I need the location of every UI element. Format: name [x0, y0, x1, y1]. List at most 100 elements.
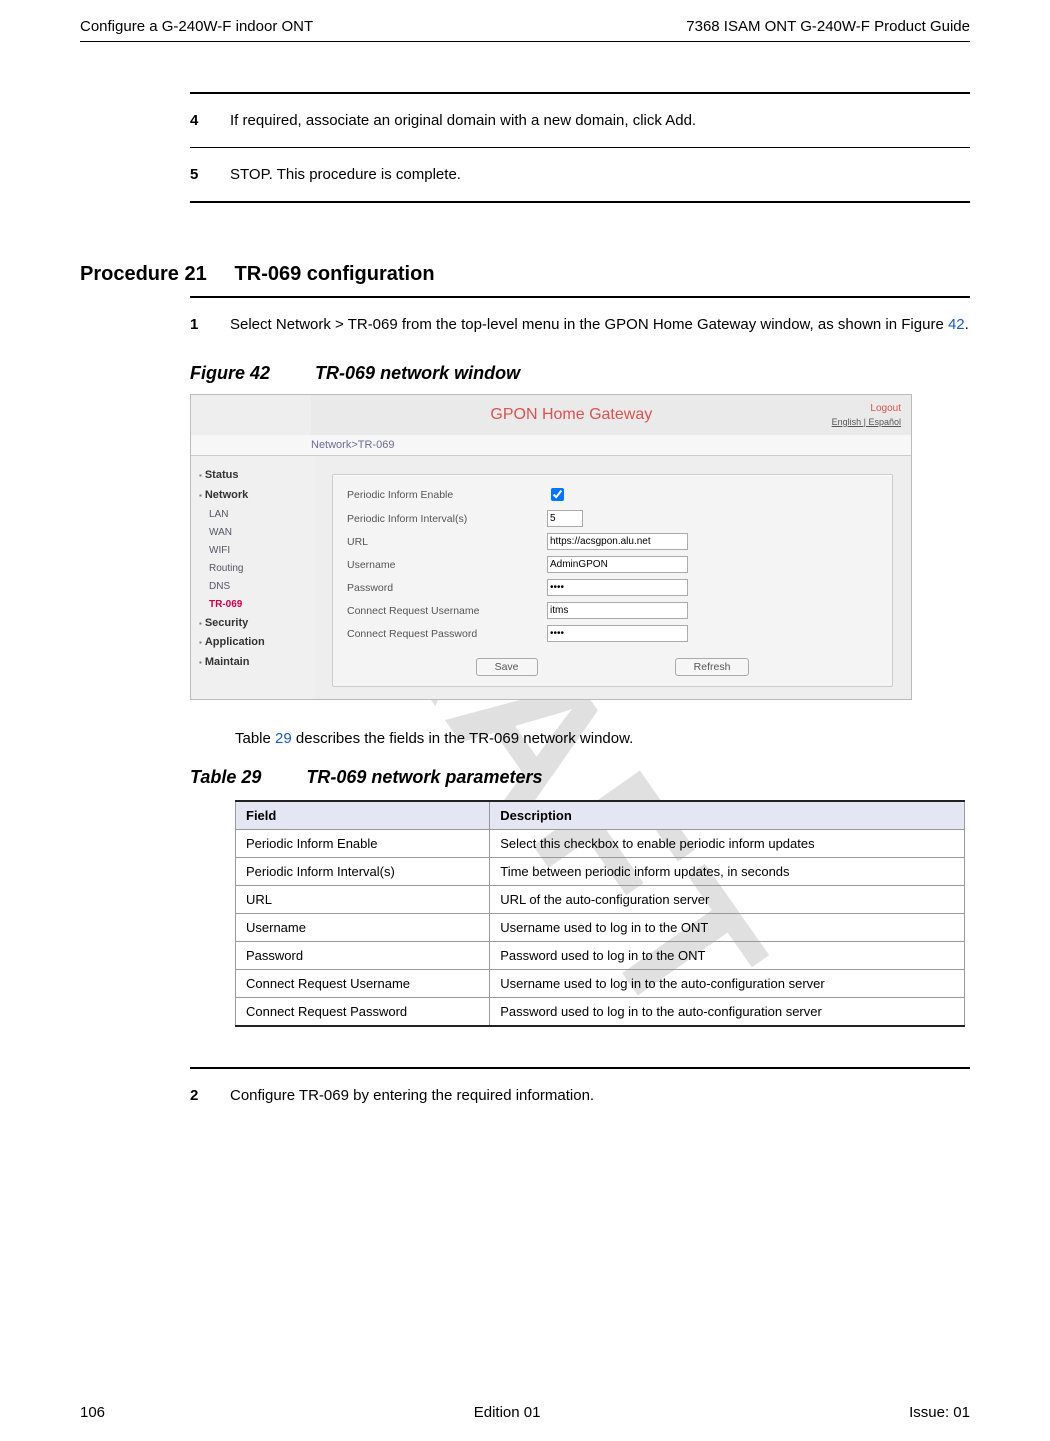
- table-caption: TR-069 network parameters: [306, 767, 542, 787]
- breadcrumb: Network>TR-069: [191, 435, 911, 456]
- sidebar-item-status[interactable]: Status: [199, 466, 314, 486]
- sidebar-item-application[interactable]: Application: [199, 633, 314, 653]
- step-number: 4: [190, 112, 230, 129]
- step-5: 5 STOP. This procedure is complete.: [190, 156, 970, 193]
- sidebar-item-network[interactable]: Network: [199, 486, 314, 506]
- logout-link[interactable]: Logout: [870, 403, 901, 414]
- table-row: URLURL of the auto-configuration server: [236, 886, 965, 914]
- ss-title: GPON Home Gateway: [311, 406, 832, 424]
- label-password: Password: [347, 582, 547, 594]
- step-text: Configure TR-069 by entering the require…: [230, 1087, 970, 1104]
- step-text: Select Network > TR-069 from the top-lev…: [230, 316, 970, 333]
- sidebar-item-maintain[interactable]: Maintain: [199, 653, 314, 673]
- sidebar-sub-lan[interactable]: LAN: [199, 506, 314, 524]
- checkbox-periodic-enable[interactable]: [551, 488, 564, 501]
- refresh-button[interactable]: Refresh: [675, 658, 750, 676]
- figure-label: Figure 42: [190, 363, 270, 383]
- sidebar-sub-wan[interactable]: WAN: [199, 524, 314, 542]
- label-periodic-interval: Periodic Inform Interval(s): [347, 513, 547, 525]
- cell-desc: Select this checkbox to enable periodic …: [490, 830, 965, 858]
- cell-field: Connect Request Username: [236, 970, 490, 998]
- table-link[interactable]: 29: [275, 730, 292, 747]
- input-password[interactable]: [547, 579, 688, 596]
- step1-prefix: Select Network > TR-069 from the top-lev…: [230, 316, 948, 333]
- label-connect-username: Connect Request Username: [347, 605, 547, 617]
- cell-desc: Time between periodic inform updates, in…: [490, 858, 965, 886]
- table-row: Periodic Inform Interval(s)Time between …: [236, 858, 965, 886]
- sidebar-sub-tr069[interactable]: TR-069: [199, 596, 314, 614]
- table-label: Table 29: [190, 767, 261, 787]
- step-number: 1: [190, 316, 230, 333]
- sidebar-item-security[interactable]: Security: [199, 614, 314, 634]
- cell-desc: Password used to log in to the auto-conf…: [490, 998, 965, 1027]
- header-right: 7368 ISAM ONT G-240W-F Product Guide: [686, 18, 970, 35]
- sidebar-sub-dns[interactable]: DNS: [199, 578, 314, 596]
- language-links[interactable]: English | Español: [832, 416, 901, 429]
- footer-edition: Edition 01: [474, 1404, 541, 1421]
- table-row: UsernameUsername used to log in to the O…: [236, 914, 965, 942]
- step-number: 2: [190, 1087, 230, 1104]
- figure-link[interactable]: 42: [948, 316, 965, 333]
- cell-field: Connect Request Password: [236, 998, 490, 1027]
- footer-page: 106: [80, 1404, 105, 1421]
- cell-desc: Username used to log in to the ONT: [490, 914, 965, 942]
- save-button[interactable]: Save: [476, 658, 538, 676]
- label-url: URL: [347, 536, 547, 548]
- page-header: Configure a G-240W-F indoor ONT 7368 ISA…: [80, 0, 970, 41]
- input-periodic-interval[interactable]: [547, 510, 583, 527]
- ss-logo: [191, 395, 311, 435]
- cell-field: Password: [236, 942, 490, 970]
- footer-issue: Issue: 01: [909, 1404, 970, 1421]
- cell-field: Username: [236, 914, 490, 942]
- table-intro-prefix: Table: [235, 730, 275, 747]
- page-footer: 106 Edition 01 Issue: 01: [80, 1404, 970, 1421]
- step-text: STOP. This procedure is complete.: [230, 166, 970, 183]
- cell-field: Periodic Inform Interval(s): [236, 858, 490, 886]
- table-intro: Table 29 describes the fields in the TR-…: [235, 730, 970, 747]
- cell-desc: URL of the auto-configuration server: [490, 886, 965, 914]
- step-number: 5: [190, 166, 230, 183]
- col-description: Description: [490, 801, 965, 830]
- table-row: PasswordPassword used to log in to the O…: [236, 942, 965, 970]
- step-separator: [190, 92, 970, 94]
- ss-topbar: GPON Home Gateway Logout English | Españ…: [191, 395, 911, 435]
- step-1: 1 Select Network > TR-069 from the top-l…: [190, 306, 970, 343]
- table-row: Connect Request PasswordPassword used to…: [236, 998, 965, 1027]
- input-username[interactable]: [547, 556, 688, 573]
- step-separator: [190, 147, 970, 148]
- sidebar-sub-wifi[interactable]: WIFI: [199, 542, 314, 560]
- cell-field: URL: [236, 886, 490, 914]
- step-separator: [190, 1067, 970, 1069]
- table-row: Periodic Inform EnableSelect this checkb…: [236, 830, 965, 858]
- step-2: 2 Configure TR-069 by entering the requi…: [190, 1077, 970, 1114]
- screenshot: GPON Home Gateway Logout English | Españ…: [190, 394, 912, 700]
- cell-desc: Password used to log in to the ONT: [490, 942, 965, 970]
- cell-desc: Username used to log in to the auto-conf…: [490, 970, 965, 998]
- procedure-label: Procedure 21: [80, 263, 207, 285]
- table-row: Connect Request UsernameUsername used to…: [236, 970, 965, 998]
- cell-field: Periodic Inform Enable: [236, 830, 490, 858]
- step1-suffix: .: [965, 316, 969, 333]
- label-username: Username: [347, 559, 547, 571]
- procedure-rule: [190, 296, 970, 298]
- procedure-heading: Procedure 21 TR-069 configuration: [80, 263, 970, 286]
- col-field: Field: [236, 801, 490, 830]
- table-title: Table 29 TR-069 network parameters: [190, 767, 970, 788]
- figure-title: Figure 42 TR-069 network window: [190, 363, 970, 384]
- label-periodic-enable: Periodic Inform Enable: [347, 489, 547, 501]
- step-separator: [190, 201, 970, 203]
- figure-caption: TR-069 network window: [315, 363, 520, 383]
- step-4: 4 If required, associate an original dom…: [190, 102, 970, 139]
- form-panel: Periodic Inform Enable Periodic Inform I…: [332, 474, 893, 687]
- param-table: Field Description Periodic Inform Enable…: [235, 800, 965, 1027]
- header-rule: [80, 41, 970, 42]
- input-connect-password[interactable]: [547, 625, 688, 642]
- label-connect-password: Connect Request Password: [347, 628, 547, 640]
- sidebar: Status Network LAN WAN WIFI Routing DNS …: [191, 456, 314, 699]
- step-text: If required, associate an original domai…: [230, 112, 970, 129]
- input-connect-username[interactable]: [547, 602, 688, 619]
- table-intro-suffix: describes the fields in the TR-069 netwo…: [292, 730, 634, 747]
- sidebar-sub-routing[interactable]: Routing: [199, 560, 314, 578]
- input-url[interactable]: [547, 533, 688, 550]
- header-left: Configure a G-240W-F indoor ONT: [80, 18, 313, 35]
